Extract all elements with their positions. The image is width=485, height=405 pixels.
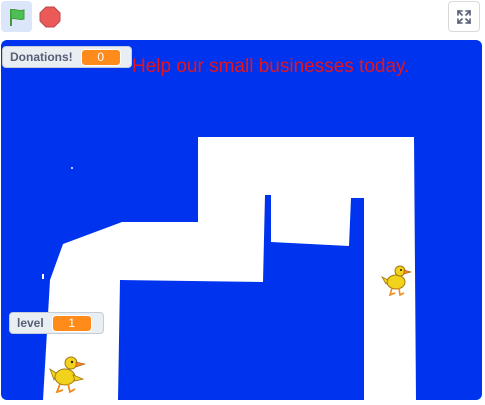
donations-label: Donations! [10,50,73,64]
level-monitor: level 1 [9,312,104,334]
duck-sprite-icon[interactable] [380,262,412,296]
maze-path [42,137,416,400]
donations-value: 0 [80,48,121,66]
level-value: 1 [51,314,92,332]
stage-message: Help our small businesses today. [132,56,410,77]
donations-monitor: Donations! 0 [2,46,132,68]
level-label: level [17,316,44,330]
fullscreen-button[interactable] [448,1,480,32]
fullscreen-icon [457,9,471,24]
stop-sign-icon [39,6,60,27]
green-flag-icon [9,8,24,26]
duck-sprite-icon[interactable] [49,353,87,393]
green-flag-button[interactable] [1,1,32,32]
project-toolbar [0,0,485,36]
stop-button[interactable] [34,1,65,32]
stage[interactable]: Donations! 0 Help our small businesses t… [1,40,482,400]
